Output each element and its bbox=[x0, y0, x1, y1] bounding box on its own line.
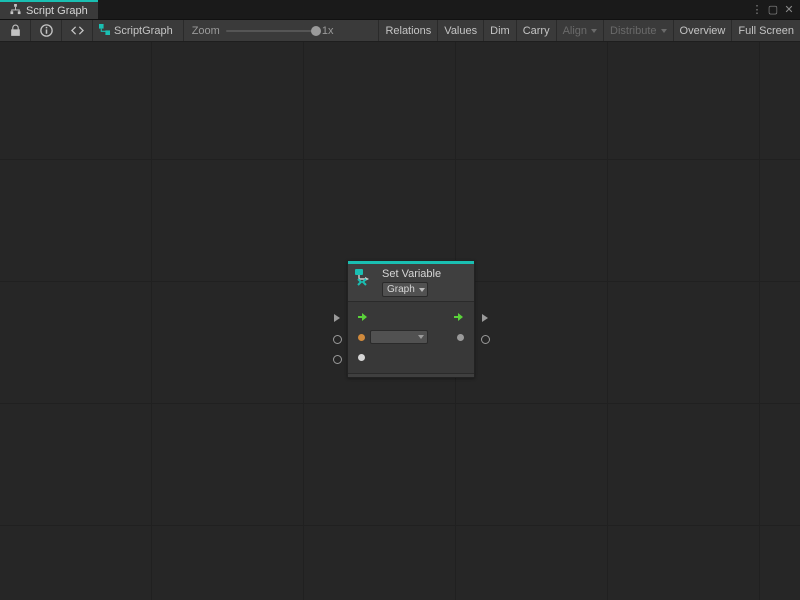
node-body bbox=[348, 302, 474, 373]
graph-asset-icon bbox=[99, 24, 110, 38]
zoom-slider[interactable] bbox=[226, 30, 316, 32]
hierarchy-icon bbox=[10, 4, 21, 18]
distribute-dropdown[interactable]: Distribute bbox=[603, 20, 672, 41]
breadcrumb-label: ScriptGraph bbox=[114, 25, 173, 37]
info-button[interactable] bbox=[37, 21, 55, 41]
name-port-inner bbox=[358, 334, 365, 341]
graph-code-button[interactable] bbox=[68, 21, 86, 41]
value-in-port[interactable] bbox=[332, 354, 342, 364]
node-header[interactable]: Set Variable Graph bbox=[348, 264, 474, 301]
node-set-variable[interactable]: Set Variable Graph bbox=[347, 260, 475, 378]
values-toggle[interactable]: Values bbox=[437, 20, 483, 41]
tab-bar: Script Graph ⋮ ▢ ✕ bbox=[0, 0, 800, 20]
value-out-port[interactable] bbox=[480, 334, 490, 344]
fullscreen-toggle[interactable]: Full Screen bbox=[731, 20, 800, 41]
breadcrumb[interactable]: ScriptGraph bbox=[93, 20, 184, 41]
flow-out-icon bbox=[454, 313, 464, 321]
name-in-port[interactable] bbox=[332, 334, 342, 344]
toolbar: ScriptGraph Zoom 1x Relations Values Dim… bbox=[0, 20, 800, 42]
chevron-down-icon bbox=[418, 335, 424, 339]
window-maximize-icon[interactable]: ▢ bbox=[766, 3, 780, 16]
zoom-control: Zoom 1x bbox=[184, 20, 342, 41]
align-dropdown[interactable]: Align bbox=[556, 20, 603, 41]
tab-script-graph[interactable]: Script Graph bbox=[0, 0, 98, 19]
window-close-icon[interactable]: ✕ bbox=[782, 3, 796, 16]
dim-toggle[interactable]: Dim bbox=[483, 20, 516, 41]
lock-button[interactable] bbox=[6, 21, 24, 41]
chevron-down-icon bbox=[661, 29, 667, 33]
value-out-inner bbox=[457, 334, 464, 341]
relations-toggle[interactable]: Relations bbox=[378, 20, 437, 41]
set-variable-icon bbox=[354, 268, 376, 290]
flow-in-port[interactable] bbox=[332, 313, 342, 323]
node-footer bbox=[348, 373, 474, 377]
chevron-down-icon bbox=[419, 288, 425, 292]
zoom-value: 1x bbox=[322, 25, 334, 37]
variable-scope-dropdown[interactable]: Graph bbox=[382, 282, 428, 297]
variable-name-field[interactable] bbox=[370, 330, 428, 344]
value-in-inner bbox=[358, 354, 365, 361]
tab-label: Script Graph bbox=[26, 5, 88, 17]
node-title: Set Variable bbox=[382, 268, 468, 280]
zoom-label: Zoom bbox=[192, 25, 220, 37]
variable-scope-value: Graph bbox=[387, 284, 415, 295]
zoom-slider-thumb[interactable] bbox=[311, 26, 321, 36]
flow-out-port[interactable] bbox=[480, 313, 490, 323]
window-menu-icon[interactable]: ⋮ bbox=[750, 3, 764, 16]
overview-toggle[interactable]: Overview bbox=[673, 20, 732, 41]
chevron-down-icon bbox=[591, 29, 597, 33]
carry-toggle[interactable]: Carry bbox=[516, 20, 556, 41]
flow-in-icon bbox=[358, 313, 368, 321]
